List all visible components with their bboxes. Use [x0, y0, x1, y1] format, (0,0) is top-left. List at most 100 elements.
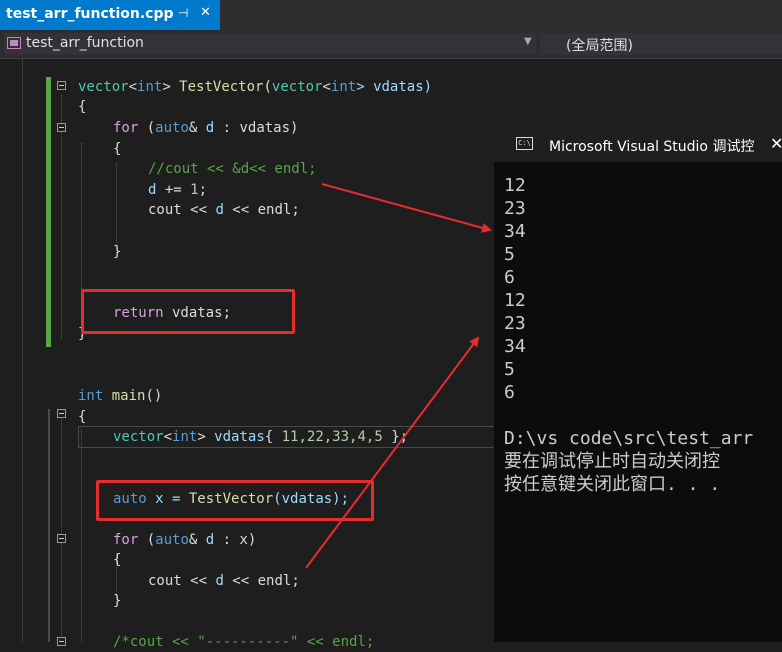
console-line: 6: [504, 267, 515, 288]
tab-title: test_arr_function.cpp: [6, 6, 174, 22]
console-line: 34: [504, 221, 526, 242]
token: vector: [271, 79, 323, 95]
token: ;: [198, 182, 208, 198]
token: int: [137, 79, 163, 95]
token: <: [163, 429, 173, 445]
token: for: [113, 120, 139, 136]
fold-toggle-icon[interactable]: [57, 534, 66, 543]
token: cout: [148, 202, 182, 218]
token: int: [172, 429, 198, 445]
pin-icon[interactable]: ⊣: [178, 6, 188, 20]
token: d: [215, 573, 224, 589]
scope-guide: [116, 163, 118, 253]
console-line: D:\vs code\src\test_arr: [504, 428, 754, 449]
code-line[interactable]: cout << d << endl;: [148, 200, 300, 220]
console-line: 5: [504, 359, 515, 380]
code-line[interactable]: cout << d << endl;: [148, 571, 300, 591]
token: main: [111, 388, 146, 404]
token: vdatas: [214, 429, 265, 445]
project-dropdown[interactable]: test_arr_function ▼: [4, 33, 536, 55]
code-line[interactable]: for (auto& d : x): [113, 530, 256, 550]
console-line: 23: [504, 313, 526, 334]
token: >: [162, 79, 180, 95]
token: &: [188, 532, 206, 548]
token: ;: [291, 202, 300, 218]
console-line: 5: [504, 244, 515, 265]
navigation-bar: test_arr_function ▼ (全局范围): [0, 30, 782, 59]
token: vector: [78, 79, 129, 95]
code-line[interactable]: d += 1;: [148, 180, 207, 200]
code-line[interactable]: //cout << &d<< endl;: [148, 159, 317, 179]
code-line[interactable]: /*cout << "----------" << endl;: [113, 632, 374, 652]
token: <: [128, 79, 138, 95]
token: {: [264, 429, 282, 445]
console-line: 6: [504, 382, 515, 403]
console-title: Microsoft Visual Studio 调试控: [549, 139, 755, 155]
token: d: [205, 120, 215, 136]
token: int: [330, 79, 357, 95]
token: auto: [155, 120, 189, 136]
code-line[interactable]: vector<int> vdatas{ 11,22,33,4,5 };: [113, 427, 408, 447]
annotation-box-auto-x: [96, 480, 374, 521]
close-icon[interactable]: ✕: [200, 5, 211, 20]
code-line[interactable]: {: [78, 97, 86, 117]
token: endl: [257, 202, 292, 218]
fold-toggle-icon[interactable]: [57, 409, 66, 418]
token: vector: [113, 429, 164, 445]
code-line[interactable]: for (auto& d : vdatas): [113, 118, 298, 138]
scope-guide: [81, 429, 83, 642]
change-bar: [46, 77, 51, 347]
project-icon: [7, 37, 21, 49]
token: : vdatas): [214, 120, 299, 136]
token: <: [322, 79, 331, 95]
token: +=: [156, 182, 191, 198]
scope-label: (全局范围): [566, 38, 633, 54]
token: <<: [181, 573, 216, 589]
code-line[interactable]: int main(): [78, 386, 162, 406]
token: <<: [181, 202, 216, 218]
token: <<: [223, 202, 258, 218]
token: 1: [190, 182, 199, 198]
token: TestVector: [179, 79, 264, 95]
debug-console-window[interactable]: C:\ Microsoft Visual Studio 调试控 ✕ 12 23 …: [494, 116, 782, 642]
token: > vdatas): [356, 79, 433, 95]
console-line: 要在调试停止时自动关闭控: [504, 451, 720, 472]
token: (: [138, 532, 156, 548]
tab-test-arr-function[interactable]: test_arr_function.cpp ⊣ ✕: [0, 0, 220, 30]
token: auto: [155, 532, 189, 548]
change-bar-unsaved: [48, 409, 50, 642]
close-icon[interactable]: ✕: [770, 134, 782, 153]
token: (: [263, 79, 272, 95]
fold-toggle-icon[interactable]: [57, 81, 66, 90]
scope-dropdown[interactable]: (全局范围): [540, 33, 782, 55]
console-icon: C:\: [516, 137, 533, 150]
token: for: [113, 532, 139, 548]
token: <<: [223, 573, 258, 589]
token: (: [138, 120, 156, 136]
token: };: [382, 429, 409, 445]
console-line: 34: [504, 336, 526, 357]
token: : x): [214, 532, 257, 548]
code-line[interactable]: }: [113, 591, 121, 611]
console-title-bar[interactable]: C:\ Microsoft Visual Studio 调试控 ✕: [494, 116, 782, 162]
margin-guide: [22, 59, 24, 642]
code-line[interactable]: vector<int> TestVector(vector<int> vdata…: [78, 77, 432, 97]
code-line[interactable]: }: [113, 242, 121, 262]
tab-bar: test_arr_function.cpp ⊣ ✕: [0, 0, 782, 30]
console-line: 按任意键关闭此窗口. . .: [504, 474, 721, 495]
token: 11,22,33,4,5: [281, 429, 383, 445]
fold-toggle-icon[interactable]: [57, 123, 66, 132]
annotation-box-return: [81, 289, 295, 334]
code-line[interactable]: {: [78, 407, 86, 427]
code-line[interactable]: {: [113, 550, 121, 570]
code-line[interactable]: {: [113, 139, 121, 159]
token: ;: [291, 573, 300, 589]
console-line: 12: [504, 175, 526, 196]
console-line: 12: [504, 290, 526, 311]
console-line: 23: [504, 198, 526, 219]
token: cout: [148, 573, 182, 589]
chevron-down-icon: ▼: [524, 36, 532, 47]
token: d: [205, 532, 215, 548]
token: int: [78, 388, 104, 404]
token: (): [145, 388, 163, 404]
